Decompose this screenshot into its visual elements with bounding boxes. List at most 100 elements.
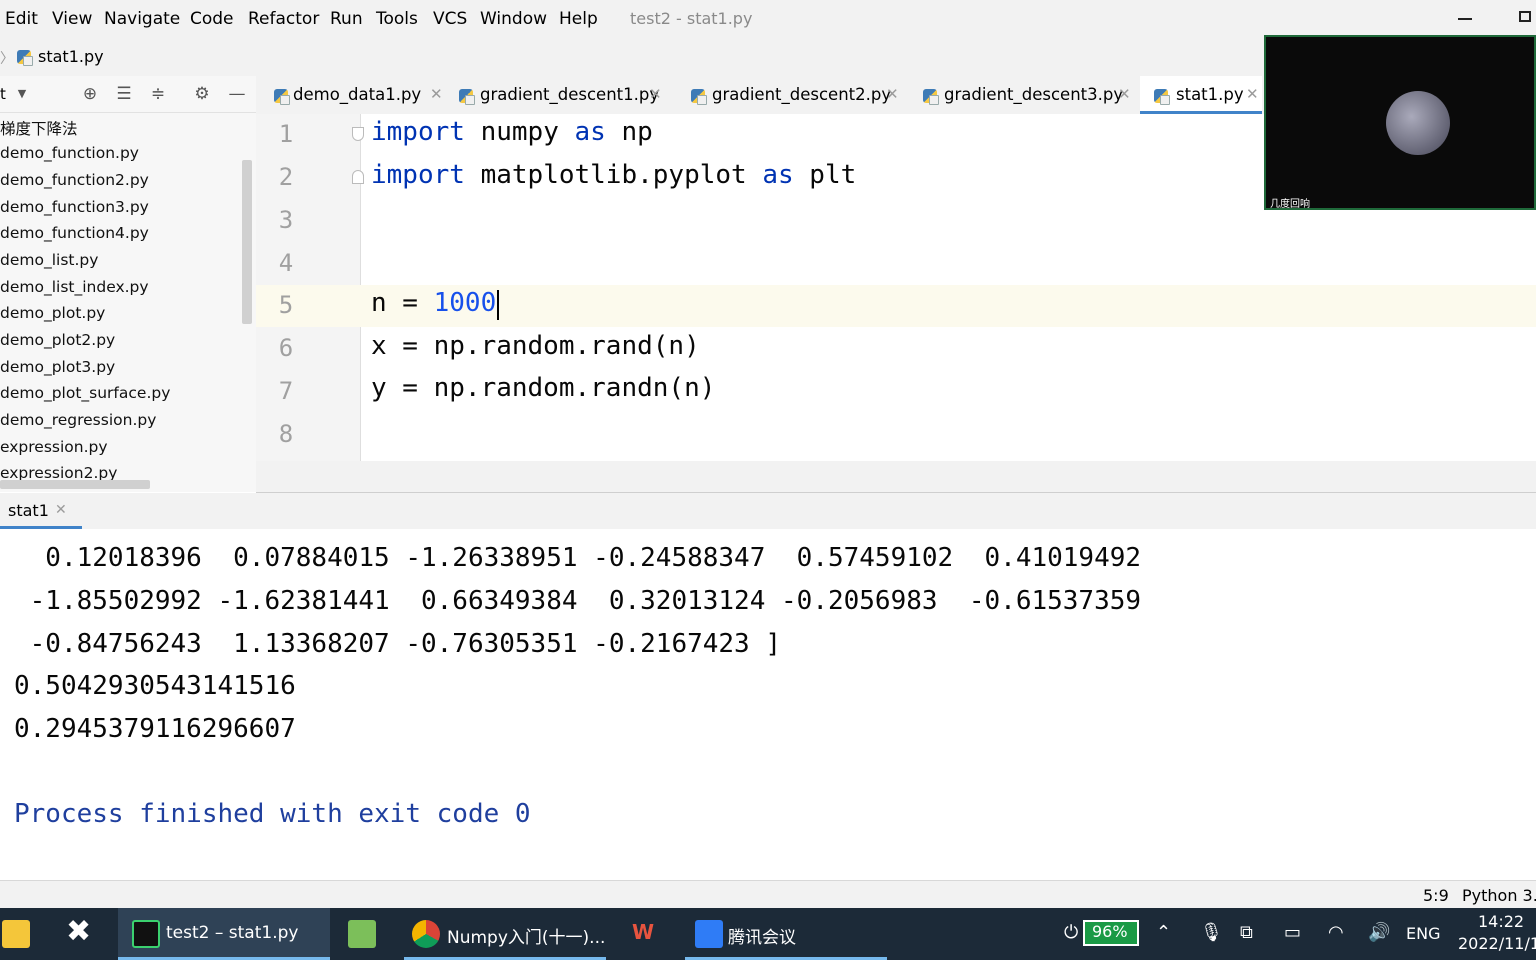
taskbar-pycharm[interactable]: test2 – stat1.py — [118, 908, 330, 960]
battery-percent: 96% — [1092, 922, 1128, 941]
tree-file[interactable]: demo_plot_surface.py — [0, 384, 170, 402]
console-line: -0.84756243 1.13368207 -0.76305351 -0.21… — [14, 629, 782, 659]
clock-date[interactable]: 2022/11/1 — [1458, 934, 1536, 953]
menu-run[interactable]: Run — [330, 9, 363, 29]
tab-label: stat1.py — [1176, 85, 1244, 104]
maximize-button[interactable] — [1519, 11, 1531, 22]
wifi-icon[interactable]: ◠ — [1328, 922, 1344, 943]
volume-icon[interactable]: 🔊 — [1368, 922, 1390, 943]
breadcrumb-arrow-icon: 〉 — [0, 51, 14, 67]
project-view-selector[interactable]: t — [0, 85, 6, 103]
tree-file[interactable]: demo_plot2.py — [0, 331, 115, 349]
close-tab-icon[interactable]: ✕ — [649, 85, 662, 103]
chevron-up-icon[interactable]: ⌃ — [1156, 922, 1171, 943]
power-plug-icon[interactable]: ⏻ — [1064, 922, 1078, 943]
close-tab-icon[interactable]: ✕ — [1118, 85, 1131, 103]
fold-marker-icon[interactable] — [352, 170, 364, 184]
taskbar-label: Numpy入门(十一)... — [447, 928, 606, 948]
project-horizontal-scrollbar[interactable] — [0, 480, 150, 489]
tree-file[interactable]: demo_list_index.py — [0, 278, 149, 296]
meeting-video-overlay[interactable]: 几度回响 — [1264, 35, 1536, 210]
console-line: 0.2945379116296607 — [14, 714, 296, 744]
run-console[interactable]: 0.12018396 0.07884015 -1.26338951 -0.245… — [0, 529, 1536, 880]
run-tab-label: stat1 — [8, 501, 49, 520]
tencent-meeting-icon — [695, 920, 723, 948]
tree-file[interactable]: demo_function3.py — [0, 198, 149, 216]
identifier: matplotlib.pyplot — [464, 160, 763, 190]
close-tab-icon[interactable]: ✕ — [1246, 85, 1259, 103]
taskbar-xmind[interactable]: ✖ — [60, 908, 104, 960]
tab-demo-data1[interactable]: demo_data1.py ✕ — [264, 76, 444, 114]
python-file-icon — [691, 89, 707, 105]
close-tab-icon[interactable]: ✕ — [55, 502, 67, 518]
taskbar-tencent-meeting[interactable]: 腾讯会议 — [685, 908, 887, 960]
tree-folder[interactable]: 梯度下降法 — [0, 117, 78, 139]
taskbar-notepad[interactable] — [344, 908, 384, 960]
expand-all-icon[interactable]: ☰ — [114, 84, 134, 104]
menu-vcs[interactable]: VCS — [433, 9, 467, 29]
editor-tab-bar: demo_data1.py ✕ gradient_descent1.py ✕ g… — [256, 76, 1266, 115]
tree-file[interactable]: demo_function4.py — [0, 224, 149, 242]
line-number: 5 — [278, 291, 294, 319]
menu-navigate[interactable]: Navigate — [104, 9, 180, 29]
menu-edit[interactable]: Edit — [5, 9, 38, 29]
project-toolbar: t ▼ ⊕ ☰ ≑ ⚙ — — [0, 76, 256, 113]
taskbar-chrome[interactable]: Numpy入门(十一)... — [404, 908, 606, 960]
menu-help[interactable]: Help — [559, 9, 598, 29]
line-number: 2 — [278, 163, 294, 191]
tree-file[interactable]: demo_list.py — [0, 251, 98, 269]
taskbar-wps[interactable]: W — [626, 908, 670, 960]
close-tab-icon[interactable]: ✕ — [430, 85, 443, 103]
line-number: 8 — [278, 420, 294, 448]
cursor-position[interactable]: 5:9 — [1423, 886, 1449, 905]
number-literal: 1000 — [433, 288, 497, 318]
menu-view[interactable]: View — [52, 9, 92, 29]
gear-icon[interactable]: ⚙ — [192, 84, 212, 104]
project-vertical-scrollbar[interactable] — [242, 160, 252, 324]
minimize-button[interactable] — [1458, 18, 1472, 20]
menu-refactor[interactable]: Refactor — [248, 9, 319, 29]
tab-run-stat1[interactable]: stat1 ✕ — [0, 493, 82, 529]
tab-label: demo_data1.py — [293, 85, 422, 104]
python-file-icon — [274, 89, 290, 105]
wps-icon: W — [632, 920, 655, 944]
python-interpreter[interactable]: Python 3.8 — [1462, 886, 1536, 905]
clock-time[interactable]: 14:22 — [1478, 912, 1524, 931]
tab-gradient-descent3[interactable]: gradient_descent3.py ✕ — [916, 76, 1136, 114]
breadcrumb-file[interactable]: stat1.py — [38, 47, 104, 66]
taskbar-file-explorer[interactable] — [0, 908, 40, 960]
tab-gradient-descent1[interactable]: gradient_descent1.py ✕ — [451, 76, 671, 114]
tree-file[interactable]: demo_function2.py — [0, 171, 149, 189]
fold-marker-icon[interactable] — [352, 127, 364, 141]
tab-label: gradient_descent2.py — [712, 85, 892, 104]
locate-icon[interactable]: ⊕ — [80, 84, 100, 104]
close-tab-icon[interactable]: ✕ — [886, 85, 899, 103]
input-language[interactable]: ENG — [1406, 924, 1440, 943]
text-caret — [497, 290, 499, 320]
menu-code[interactable]: Code — [190, 9, 234, 29]
keyword: as — [574, 117, 606, 147]
taskbar-label: test2 – stat1.py — [166, 923, 299, 943]
microphone-icon[interactable]: 🎙 — [1200, 922, 1223, 943]
screen-icon[interactable]: ⧉ — [1240, 922, 1253, 943]
tab-label: gradient_descent3.py — [944, 85, 1124, 104]
line-number: 3 — [278, 206, 294, 234]
tree-file[interactable]: demo_plot3.py — [0, 358, 115, 376]
menu-tools[interactable]: Tools — [376, 9, 418, 29]
tab-gradient-descent2[interactable]: gradient_descent2.py ✕ — [684, 76, 904, 114]
battery-tray-icon[interactable]: ▭ — [1284, 922, 1301, 943]
tree-file[interactable]: demo_regression.py — [0, 411, 156, 429]
x-app-icon: ✖ — [66, 914, 92, 949]
pycharm-icon — [132, 920, 160, 948]
collapse-all-icon[interactable]: ≑ — [148, 84, 168, 104]
code-line-5: n = 1000 — [371, 288, 496, 318]
tree-file[interactable]: demo_plot.py — [0, 304, 105, 322]
hide-panel-icon[interactable]: — — [227, 84, 247, 104]
tab-stat1[interactable]: stat1.py ✕ — [1140, 76, 1262, 114]
tree-file[interactable]: expression.py — [0, 438, 108, 456]
console-line: 0.5042930543141516 — [14, 671, 296, 701]
dropdown-caret-icon[interactable]: ▼ — [12, 84, 32, 104]
chrome-icon — [412, 920, 440, 948]
menu-window[interactable]: Window — [480, 9, 547, 29]
tree-file[interactable]: demo_function.py — [0, 144, 139, 162]
